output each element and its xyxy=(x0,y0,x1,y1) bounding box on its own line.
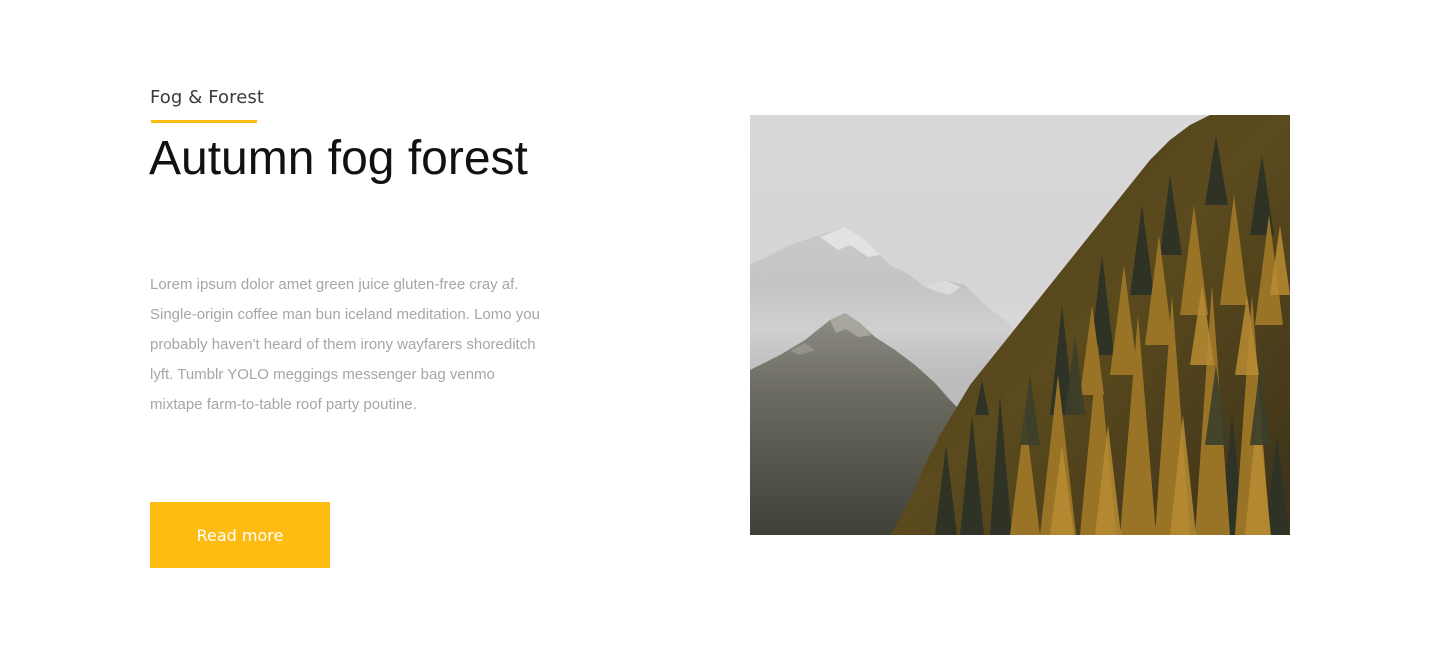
eyebrow-label: Fog & Forest xyxy=(150,87,265,108)
eyebrow-underline xyxy=(151,120,257,123)
forest-image xyxy=(750,115,1290,535)
section-title: Autumn fog forest xyxy=(149,132,528,185)
read-more-button[interactable]: Read more xyxy=(150,502,330,568)
section-description: Lorem ipsum dolor amet green juice glute… xyxy=(150,276,540,413)
